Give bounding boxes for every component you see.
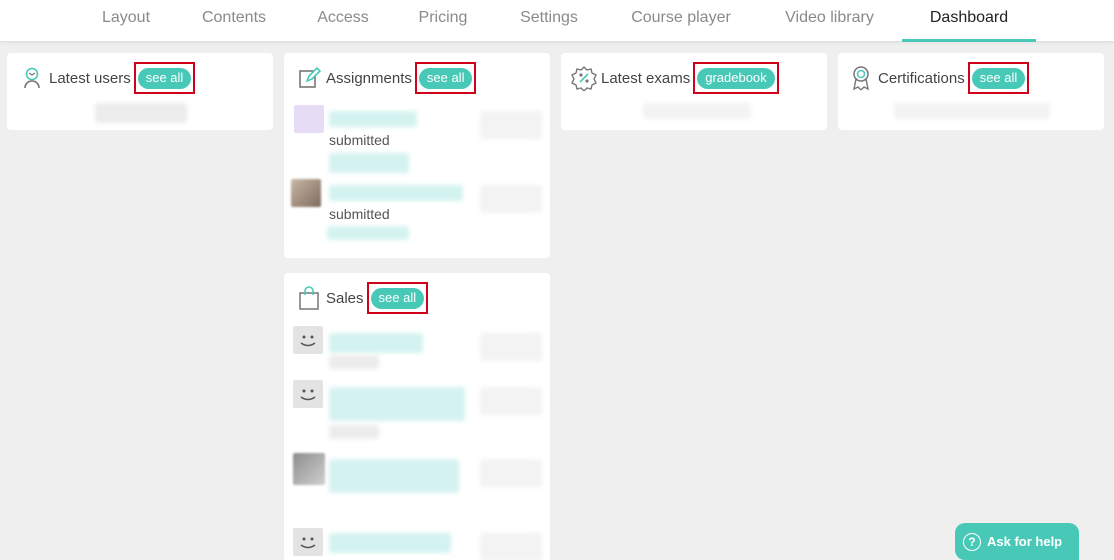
user-icon — [19, 65, 45, 91]
latest-users-see-all-button[interactable]: see all — [137, 67, 192, 89]
avatar — [293, 453, 325, 485]
sales-title: Sales — [326, 289, 364, 307]
blurred-content — [329, 533, 451, 553]
assignments-card: Assignments see all submitted submitted — [284, 53, 550, 258]
blurred-content — [480, 333, 542, 361]
highlight-box: see all — [414, 62, 477, 94]
assignment-status: submitted — [329, 206, 390, 222]
tab-access[interactable]: Access — [310, 0, 376, 42]
avatar — [294, 105, 324, 133]
certifications-header: Certifications see all — [848, 53, 1030, 103]
smiley-avatar-icon — [293, 326, 323, 354]
highlight-box: gradebook — [693, 62, 779, 94]
tab-dashboard-label: Dashboard — [929, 9, 1009, 26]
smiley-avatar-icon — [293, 380, 323, 408]
tab-contents-label: Contents — [201, 9, 267, 26]
tab-dashboard[interactable]: Dashboard — [902, 0, 1036, 42]
sales-header: Sales see all — [296, 273, 429, 323]
blurred-content — [329, 387, 465, 421]
latest-exams-card: Latest exams gradebook — [561, 53, 827, 130]
highlight-box: see all — [366, 282, 429, 314]
active-tab-indicator — [902, 39, 1036, 42]
tab-course-player-label: Course player — [631, 9, 731, 26]
blurred-content — [329, 425, 379, 439]
latest-exams-header: Latest exams gradebook — [571, 53, 779, 103]
blurred-content — [643, 103, 751, 119]
tab-layout-label: Layout — [101, 9, 151, 26]
tab-pricing[interactable]: Pricing — [410, 0, 476, 42]
sales-card: Sales see all — [284, 273, 550, 560]
ask-for-help-label: Ask for help — [987, 534, 1063, 549]
top-tab-bar: Layout Contents Access Pricing Settings … — [0, 0, 1114, 42]
tab-course-player[interactable]: Course player — [622, 0, 740, 42]
assignment-status: submitted — [329, 132, 390, 148]
avatar — [291, 179, 321, 207]
assignments-see-all-button[interactable]: see all — [418, 67, 473, 89]
latest-users-card: Latest users see all — [7, 53, 273, 130]
sales-see-all-button[interactable]: see all — [370, 287, 425, 309]
assignments-title: Assignments — [326, 69, 412, 87]
blurred-content — [329, 111, 417, 127]
blurred-content — [95, 103, 187, 123]
certifications-card: Certifications see all — [838, 53, 1104, 130]
highlight-box: see all — [967, 62, 1030, 94]
ask-for-help-button[interactable]: ? Ask for help — [955, 523, 1079, 560]
smiley-avatar-icon — [293, 528, 323, 556]
latest-users-title: Latest users — [49, 69, 131, 87]
tab-settings[interactable]: Settings — [511, 0, 587, 42]
highlight-box: see all — [133, 62, 196, 94]
award-ribbon-icon — [848, 65, 874, 91]
blurred-content — [329, 185, 463, 201]
certifications-see-all-button[interactable]: see all — [971, 67, 1026, 89]
tab-layout[interactable]: Layout — [92, 0, 160, 42]
tab-pricing-label: Pricing — [418, 9, 468, 26]
blurred-content — [480, 387, 542, 415]
blurred-content — [894, 103, 1050, 119]
certifications-title: Certifications — [878, 69, 965, 87]
blurred-content — [329, 355, 379, 369]
assignments-header: Assignments see all — [296, 53, 477, 103]
blurred-content — [329, 333, 423, 353]
shopping-bag-icon — [296, 285, 322, 311]
latest-users-header: Latest users see all — [19, 53, 196, 103]
blurred-content — [480, 459, 542, 487]
tab-access-label: Access — [317, 9, 369, 26]
blurred-content — [480, 111, 542, 139]
gradebook-button[interactable]: gradebook — [697, 67, 775, 89]
blurred-content — [329, 153, 409, 173]
tab-contents[interactable]: Contents — [193, 0, 275, 42]
question-icon: ? — [963, 532, 981, 551]
blurred-content — [480, 185, 542, 213]
tab-video-library-label: Video library — [785, 9, 874, 26]
percent-badge-icon — [571, 65, 597, 91]
latest-exams-title: Latest exams — [601, 69, 691, 87]
tab-settings-label: Settings — [520, 9, 578, 26]
edit-icon — [296, 65, 322, 91]
blurred-content — [480, 533, 542, 560]
blurred-content — [329, 459, 459, 493]
blurred-content — [327, 226, 409, 240]
tab-video-library[interactable]: Video library — [774, 0, 885, 42]
